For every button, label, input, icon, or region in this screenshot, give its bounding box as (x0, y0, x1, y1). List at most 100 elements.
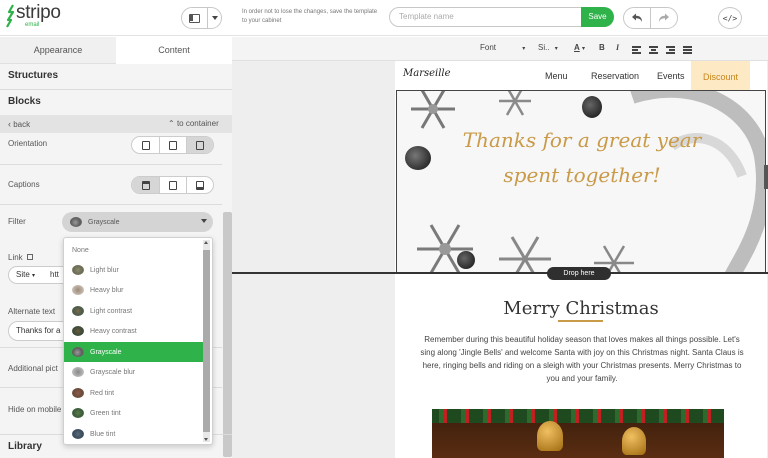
text-below-icon (141, 140, 150, 150)
snowflake-icon (499, 236, 551, 272)
link-url-input[interactable]: htt (44, 266, 64, 284)
filter-option-green-tint[interactable]: Green tint (64, 403, 203, 423)
redo-button[interactable] (650, 7, 678, 29)
captions-toggle[interactable] (131, 176, 214, 194)
filter-thumbnail (72, 388, 84, 398)
additional-picture-label: Additional pict (8, 364, 58, 373)
layout-toggle-button[interactable] (181, 7, 208, 29)
back-link[interactable]: ‹ back (8, 119, 30, 129)
chevron-down-icon (201, 219, 207, 223)
font-size-select[interactable]: Si.. ▾ (538, 43, 558, 52)
copy-icon (26, 254, 33, 260)
nav-link-menu[interactable]: Menu (545, 71, 568, 81)
font-select[interactable]: Font ▾ (480, 43, 525, 52)
chevron-down-icon (211, 16, 218, 20)
garland-decoration (432, 409, 724, 423)
nav-link-reservation[interactable]: Reservation (591, 71, 639, 81)
tab-content[interactable]: Content (116, 37, 232, 64)
filter-dropdown-menu: None Light blur Heavy blur Light contras… (63, 237, 213, 445)
chevron-left-icon: ‹ (8, 119, 11, 129)
filter-thumbnail (72, 408, 84, 418)
bell-icon (622, 427, 646, 455)
divider (0, 204, 222, 205)
template-name-input[interactable]: Template name (389, 7, 582, 27)
orientation-left-option[interactable] (132, 137, 159, 153)
structures-section[interactable]: Structures (0, 70, 232, 81)
orientation-label: Orientation (8, 139, 48, 148)
nav-link-discount[interactable]: Discount (691, 61, 750, 90)
tab-appearance[interactable]: Appearance (0, 37, 116, 64)
divider (0, 89, 232, 90)
italic-icon[interactable]: I (616, 43, 619, 52)
email-template: Marseille Menu Reservation Events Discou… (395, 61, 767, 458)
filter-select[interactable]: Grayscale (62, 212, 213, 232)
filter-option-light-contrast[interactable]: Light contrast (64, 301, 203, 321)
text-center-icon (169, 140, 177, 150)
align-justify-icon[interactable] (683, 46, 692, 54)
undo-icon (632, 13, 642, 22)
snowflake-icon (499, 91, 531, 116)
bold-icon[interactable]: B (599, 43, 605, 52)
link-label: Link (8, 253, 33, 262)
chevron-down-icon[interactable] (204, 438, 208, 441)
stripo-logo-mark-icon (6, 4, 15, 28)
section-heading[interactable]: Merry Christmas (395, 298, 767, 319)
caret-down-icon: ▾ (522, 46, 526, 52)
drop-here-indicator: Drop here (547, 267, 611, 280)
orientation-right-option[interactable] (186, 137, 213, 153)
filter-option-grayscale[interactable]: Grayscale (64, 342, 203, 362)
pine-cone-icon (582, 96, 602, 118)
text-color-button[interactable]: A ▾ (574, 43, 585, 52)
align-right-icon[interactable] (666, 46, 675, 54)
dropdown-scrollbar[interactable] (203, 240, 210, 442)
layout-dropdown-button[interactable] (207, 7, 222, 29)
save-notice: In order not to lose the changes, save t… (242, 9, 378, 24)
panel-scrollbar[interactable] (223, 212, 232, 457)
bell-icon (537, 421, 563, 451)
undo-button[interactable] (623, 7, 651, 29)
christmas-decor-image[interactable] (432, 409, 724, 458)
link-type-select[interactable]: Site ▾ (8, 266, 45, 284)
filter-option-none[interactable]: None (64, 240, 203, 260)
filter-thumbnail (72, 429, 84, 439)
blocks-section[interactable]: Blocks (0, 96, 232, 107)
caption-middle-option[interactable] (159, 177, 186, 193)
align-center-icon[interactable] (649, 46, 658, 54)
caption-top-option[interactable] (132, 177, 159, 193)
captions-label: Captions (8, 180, 40, 189)
orientation-toggle[interactable] (131, 136, 214, 154)
logo-text: stripo (16, 2, 61, 23)
alt-text-label: Alternate text (8, 307, 56, 316)
code-editor-button[interactable]: </> (718, 7, 742, 29)
email-preview-canvas: Marseille Menu Reservation Events Discou… (232, 61, 768, 458)
hero-image[interactable]: Thanks for a great year spent together! (396, 90, 766, 273)
filter-select-value: Grayscale (88, 218, 120, 226)
to-container-link[interactable]: ⌃ to container (168, 119, 219, 128)
filter-option-blue-tint[interactable]: Blue tint (64, 424, 203, 444)
panel-tabs: Appearance Content (0, 37, 232, 64)
body-paragraph[interactable]: Remember during this beautiful holiday s… (417, 333, 747, 385)
alt-text-input[interactable]: Thanks for a (8, 321, 64, 341)
layout-icon (189, 13, 200, 23)
filter-option-red-tint[interactable]: Red tint (64, 383, 203, 403)
filter-option-heavy-contrast[interactable]: Heavy contrast (64, 321, 203, 341)
hero-heading: Thanks for a great year spent together! (462, 128, 702, 187)
dropdown-scrollbar-thumb[interactable] (203, 250, 210, 432)
chevron-up-icon: ⌃ (168, 119, 175, 128)
align-left-icon[interactable] (632, 46, 641, 54)
filter-option-heavy-blur[interactable]: Heavy blur (64, 280, 203, 300)
logo-subtext: email (25, 22, 40, 28)
filter-option-light-blur[interactable]: Light blur (64, 260, 203, 280)
filter-option-grayscale-blur[interactable]: Grayscale blur (64, 362, 203, 382)
caret-down-icon: ▾ (32, 273, 36, 279)
chevron-up-icon[interactable] (204, 241, 208, 244)
pine-cone-icon (457, 251, 475, 269)
save-button[interactable]: Save (581, 7, 614, 27)
nav-link-events[interactable]: Events (657, 71, 685, 81)
divider (0, 164, 222, 165)
orientation-center-option[interactable] (159, 137, 186, 153)
text-side-icon (196, 140, 204, 150)
right-panel-handle[interactable] (764, 165, 768, 189)
caption-bottom-option[interactable] (186, 177, 213, 193)
filter-thumbnail (72, 265, 84, 275)
